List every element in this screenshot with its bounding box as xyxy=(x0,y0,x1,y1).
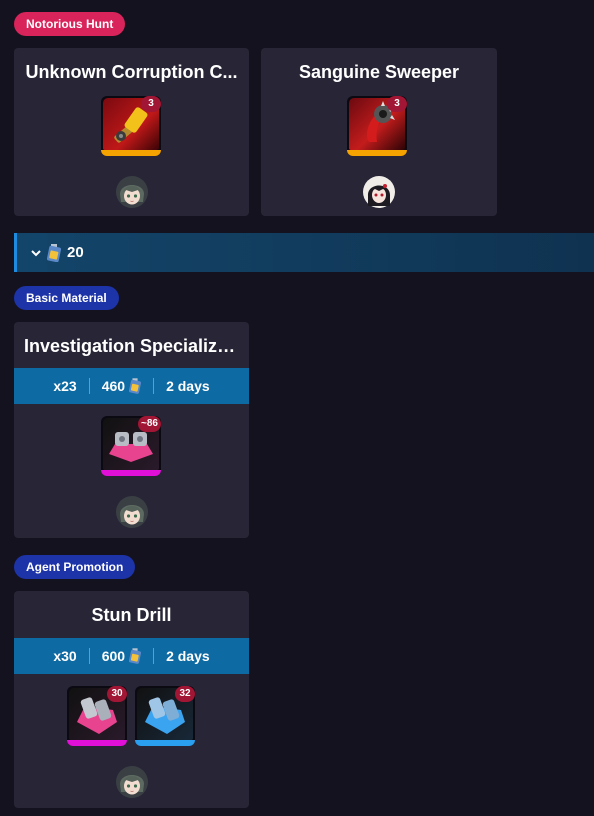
rarity-bar xyxy=(67,740,127,746)
item-count-badge: 32 xyxy=(175,686,195,702)
rarity-bar xyxy=(101,470,161,476)
runs-count: x23 xyxy=(53,378,77,394)
material-card-investigation[interactable]: Investigation Specializa... x23 460 2 da… xyxy=(14,322,249,538)
energy-cost: 460 xyxy=(88,378,153,394)
battery-icon xyxy=(129,648,141,664)
time-estimate: 2 days xyxy=(153,648,222,664)
section-badge-notorious-hunt: Notorious Hunt xyxy=(14,12,126,36)
battery-icon xyxy=(129,378,141,394)
battery-group-header[interactable]: 20 xyxy=(14,233,594,272)
rarity-bar xyxy=(101,150,161,156)
chevron-down-icon xyxy=(31,249,41,256)
rarity-bar xyxy=(135,740,195,746)
card-title: Stun Drill xyxy=(91,605,172,625)
dark-hair-agent-avatar[interactable] xyxy=(363,176,395,208)
grey-hair-agent-avatar[interactable] xyxy=(116,766,148,798)
promotion-card-stun-drill[interactable]: Stun Drill x30 600 2 days 30 32 xyxy=(14,591,249,808)
battery-icon xyxy=(47,244,61,262)
runs-count: x30 xyxy=(53,648,77,664)
reward-item[interactable]: 30 xyxy=(67,686,127,746)
battery-total: 20 xyxy=(67,244,84,261)
energy-cost: 600 xyxy=(88,648,153,664)
stats-bar: x23 460 2 days xyxy=(14,368,249,404)
item-count-badge: ~86 xyxy=(138,416,161,432)
section-badge-agent-promotion: Agent Promotion xyxy=(14,555,136,579)
reward-item[interactable]: 3 xyxy=(101,96,161,156)
item-count-badge: 3 xyxy=(387,96,407,112)
item-count-badge: 30 xyxy=(107,686,127,702)
item-count-badge: 3 xyxy=(141,96,161,112)
time-estimate: 2 days xyxy=(153,378,222,394)
reward-item[interactable]: 3 xyxy=(347,96,407,156)
card-title: Sanguine Sweeper xyxy=(298,62,460,82)
reward-item[interactable]: 32 xyxy=(135,686,195,746)
card-title: Investigation Specializa... xyxy=(24,336,243,356)
rarity-bar xyxy=(347,150,407,156)
grey-hair-agent-avatar[interactable] xyxy=(116,496,148,528)
stats-bar: x30 600 2 days xyxy=(14,638,249,674)
section-badge-basic-material: Basic Material xyxy=(14,286,119,310)
hunt-card-unknown-corruption[interactable]: Unknown Corruption C... 3 xyxy=(14,48,249,216)
card-title: Unknown Corruption C... xyxy=(25,62,238,82)
reward-item[interactable]: ~86 xyxy=(101,416,161,476)
grey-hair-agent-avatar[interactable] xyxy=(116,176,148,208)
hunt-card-sanguine-sweeper[interactable]: Sanguine Sweeper 3 xyxy=(261,48,497,216)
